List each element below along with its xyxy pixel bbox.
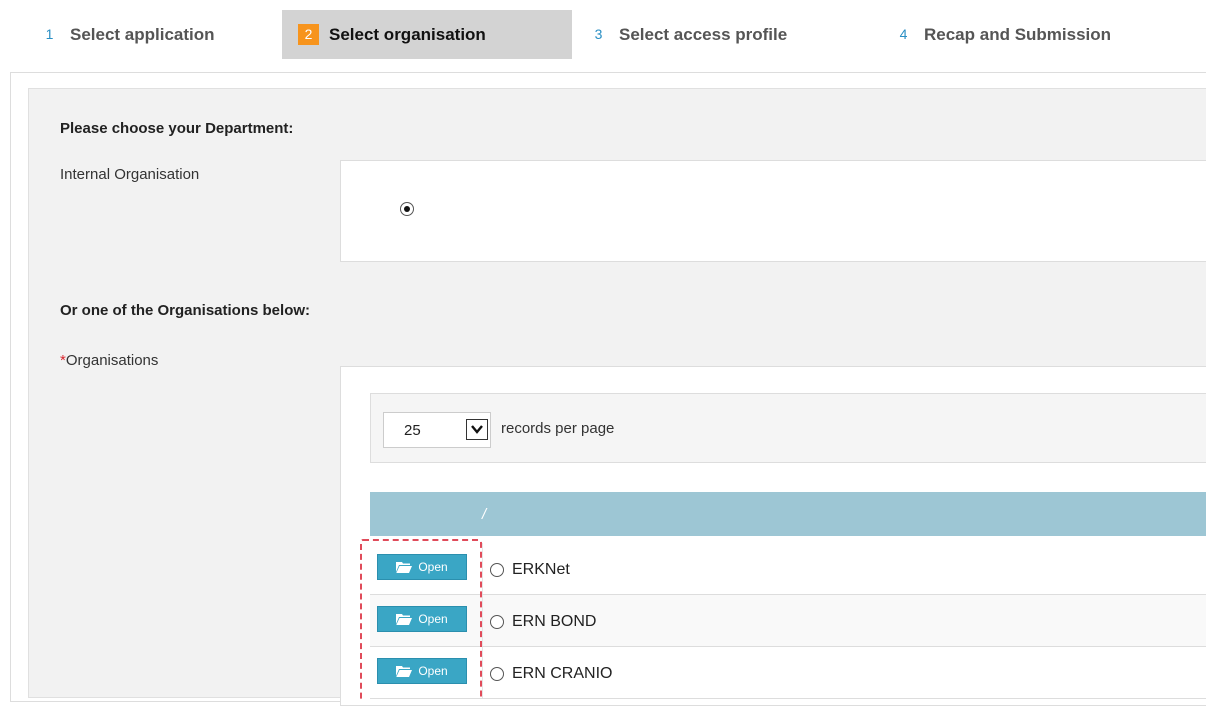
organisation-name: ERKNet — [512, 561, 570, 578]
organisations-label-text: Organisations — [65, 352, 159, 369]
step-label: Select organisation — [329, 24, 486, 44]
table-row: Open ERKNet — [370, 543, 1206, 595]
step-number: 2 — [298, 24, 319, 45]
table-row: Open ERN CRANIO — [370, 647, 1206, 699]
department-title: Please choose your Department: — [60, 120, 294, 137]
records-per-page-value: 25 — [404, 422, 421, 439]
step-select-organisation[interactable]: 2 Select organisation — [282, 10, 572, 59]
chevron-down-icon[interactable] — [466, 419, 488, 440]
organisation-radio[interactable] — [490, 563, 504, 577]
step-select-access-profile[interactable]: 3 Select access profile — [572, 10, 877, 59]
internal-organisation-label: Internal Organisation — [60, 166, 200, 183]
open-buttons-highlight — [360, 539, 482, 699]
wizard-steps: 1 Select application 2 Select organisati… — [23, 10, 1187, 59]
step-recap-and-submission[interactable]: 4 Recap and Submission — [877, 10, 1187, 59]
step-label: Recap and Submission — [924, 24, 1112, 44]
organisation-radio[interactable] — [490, 667, 504, 681]
records-per-page-bar: 25 records per page — [370, 393, 1206, 463]
records-per-page-select[interactable]: 25 — [383, 412, 491, 448]
cell-divider — [482, 595, 483, 646]
organisations-label: *Organisations — [60, 352, 158, 369]
step-select-application[interactable]: 1 Select application — [23, 10, 282, 59]
table-header-text: / — [482, 506, 487, 523]
table-header: / — [370, 492, 1206, 536]
cell-divider — [482, 543, 483, 594]
step-label: Select application — [70, 24, 215, 44]
organisation-name: ERN BOND — [512, 613, 597, 630]
cell-divider — [482, 647, 483, 698]
organisation-radio[interactable] — [490, 615, 504, 629]
step-number: 3 — [588, 24, 609, 45]
organisations-title: Or one of the Organisations below: — [60, 302, 311, 319]
records-per-page-label: records per page — [501, 420, 615, 437]
step-number: 4 — [893, 24, 914, 45]
table-row: Open ERN BOND — [370, 595, 1206, 647]
step-number: 1 — [39, 24, 60, 45]
organisation-name: ERN CRANIO — [512, 665, 613, 682]
internal-organisation-radio[interactable] — [400, 202, 414, 216]
step-label: Select access profile — [619, 24, 788, 44]
internal-organisation-box — [340, 160, 1206, 262]
